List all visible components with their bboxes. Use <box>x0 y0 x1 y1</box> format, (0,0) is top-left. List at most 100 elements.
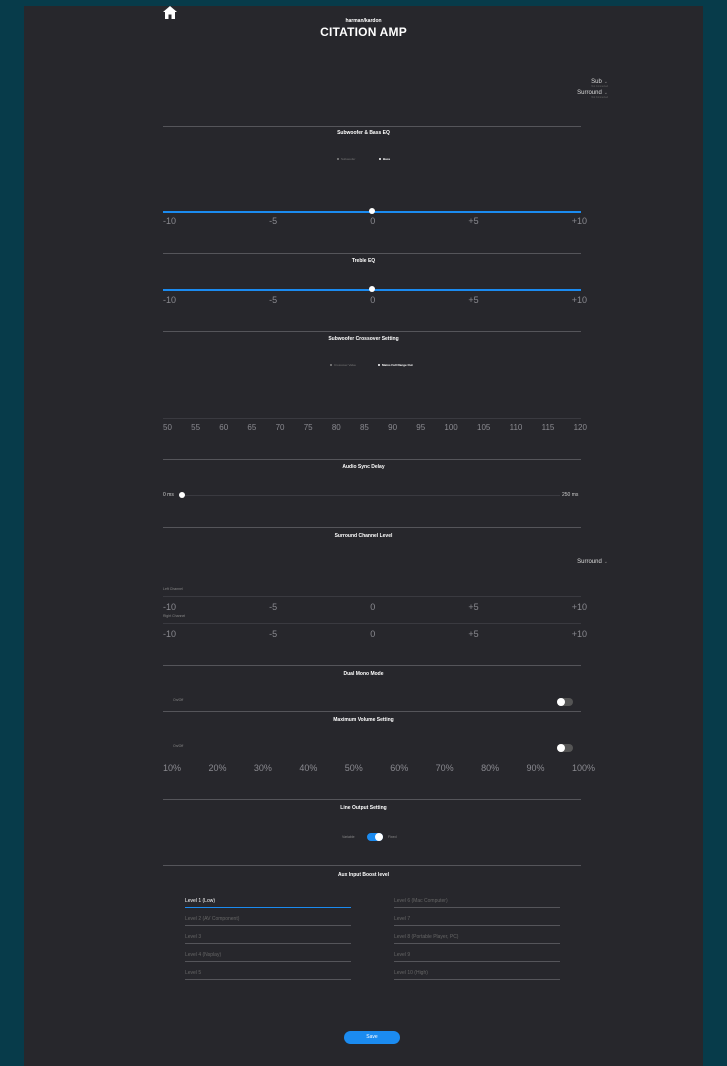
surround-selector-status: Not Connected <box>591 96 608 99</box>
tick-label: 80 <box>331 423 341 432</box>
sub-selector[interactable]: Sub ⌄ Not Connected <box>591 79 608 88</box>
segment-bass[interactable]: Bass <box>379 157 390 161</box>
aux-level-option[interactable]: Level 2 (AV Component) <box>185 916 351 926</box>
settings-page: harman/kardon CITATION AMP Sub ⌄ Not Conn… <box>24 6 703 1066</box>
tick-label: -5 <box>269 216 278 226</box>
tick-label: 115 <box>541 423 555 432</box>
divider <box>163 711 581 712</box>
crossover-slider-track[interactable] <box>163 418 581 419</box>
tick-label: 90% <box>526 763 545 773</box>
toggle-knob <box>557 698 565 706</box>
tick-label: -5 <box>269 629 278 639</box>
tick-label: +5 <box>468 295 479 305</box>
crossover-scale: 50 55 60 65 70 75 80 85 90 95 100 105 11… <box>163 423 587 432</box>
tick-label: 40% <box>299 763 318 773</box>
tick-label: +5 <box>468 216 479 226</box>
segment-crossover-value[interactable]: Crossover Value <box>330 363 356 367</box>
tick-label: 70% <box>435 763 454 773</box>
audio-sync-slider-track[interactable] <box>182 495 560 496</box>
aux-boost-title: Aux Input Boost level <box>337 872 390 878</box>
tick-label: 105 <box>477 423 491 432</box>
tick-label: 80% <box>481 763 500 773</box>
aux-level-option[interactable]: Level 1 (Low) <box>185 898 351 908</box>
tick-label: -10 <box>163 216 177 226</box>
treble-eq-scale: -10 -5 0 +5 +10 <box>163 295 587 305</box>
treble-eq-slider-thumb[interactable] <box>369 286 375 292</box>
right-channel-label: Right Channel <box>163 614 186 618</box>
aux-level-option[interactable]: Level 5 <box>185 970 351 980</box>
tick-label: 85 <box>359 423 369 432</box>
segment-mains-full-range[interactable]: Mains Full Range Out <box>378 363 413 367</box>
aux-level-option[interactable]: Level 9 <box>394 952 560 962</box>
surround-level-selector[interactable]: Surround ⌄ <box>577 559 608 565</box>
segment-subwoofer[interactable]: Subwoofer <box>337 157 355 161</box>
divider <box>163 527 581 528</box>
audio-sync-min-label: 0 ms <box>163 492 174 498</box>
aux-level-option[interactable]: Level 3 <box>185 934 351 944</box>
line-output-variable-label: Variable <box>342 835 355 839</box>
aux-level-option[interactable]: Level 6 (Mac Computer) <box>394 898 560 908</box>
divider <box>163 253 581 254</box>
surround-level-selector-label: Surround <box>577 559 602 565</box>
right-channel-scale: -10 -5 0 +5 +10 <box>163 629 587 639</box>
toggle-knob <box>557 744 565 752</box>
aux-level-option[interactable]: Level 7 <box>394 916 560 926</box>
tick-label: 0 <box>370 629 376 639</box>
aux-level-option[interactable]: Level 10 (High) <box>394 970 560 980</box>
brand-name: harman/kardon <box>345 18 382 24</box>
tick-label: -5 <box>269 295 278 305</box>
tick-label: 65 <box>247 423 257 432</box>
divider <box>163 331 581 332</box>
dual-mono-title: Dual Mono Mode <box>343 671 384 677</box>
divider <box>163 865 581 866</box>
tick-label: 55 <box>191 423 201 432</box>
divider <box>163 126 581 127</box>
left-channel-scale: -10 -5 0 +5 +10 <box>163 602 587 612</box>
divider <box>163 665 581 666</box>
audio-sync-title: Audio Sync Delay <box>342 464 385 470</box>
tick-label: 0 <box>370 602 376 612</box>
aux-level-option[interactable]: Level 4 (Nsplay) <box>185 952 351 962</box>
bass-eq-slider-thumb[interactable] <box>369 208 375 214</box>
line-output-toggle[interactable] <box>367 833 383 841</box>
line-output-fixed-label: Fixed <box>388 835 397 839</box>
tick-label: 10% <box>163 763 182 773</box>
tick-label: +5 <box>468 629 479 639</box>
tick-label: -10 <box>163 295 177 305</box>
tick-label: -10 <box>163 602 177 612</box>
audio-sync-max-label: 250 ms <box>562 492 579 498</box>
tick-label: +10 <box>571 295 587 305</box>
bass-eq-scale: -10 -5 0 +5 +10 <box>163 216 587 226</box>
crossover-title: Subwoofer Crossover Setting <box>328 336 399 342</box>
tick-label: 100 <box>444 423 458 432</box>
bass-eq-title: Subwoofer & Bass EQ <box>337 130 390 136</box>
tick-label: 30% <box>253 763 272 773</box>
right-channel-slider-track[interactable] <box>163 623 581 624</box>
save-button[interactable]: Save <box>344 1031 400 1044</box>
tick-label: +10 <box>571 216 587 226</box>
max-volume-title: Maximum Volume Setting <box>333 717 394 723</box>
sub-selector-status: Not Connected <box>591 85 608 88</box>
line-output-title: Line Output Setting <box>340 805 387 811</box>
max-volume-scale: 10% 20% 30% 40% 50% 60% 70% 80% 90% 100% <box>163 763 595 773</box>
dual-mono-toggle[interactable] <box>557 698 573 706</box>
max-volume-toggle[interactable] <box>557 744 573 752</box>
tick-label: 75 <box>303 423 313 432</box>
divider <box>163 799 581 800</box>
left-channel-slider-track[interactable] <box>163 596 581 597</box>
tick-label: 60 <box>219 423 229 432</box>
tick-label: +10 <box>571 629 587 639</box>
divider <box>163 459 581 460</box>
tick-label: 70 <box>275 423 285 432</box>
aux-level-option[interactable]: Level 8 (Portable Player, PC) <box>394 934 560 944</box>
max-volume-toggle-label: On/Off <box>173 744 184 748</box>
tick-label: 0 <box>370 295 376 305</box>
tick-label: 120 <box>573 423 587 432</box>
audio-sync-slider-thumb[interactable] <box>179 492 185 498</box>
tick-label: 95 <box>416 423 426 432</box>
left-channel-label: Left Channel <box>163 587 183 591</box>
page-title: CITATION AMP <box>320 25 407 39</box>
surround-selector[interactable]: Surround ⌄ Not Connected <box>577 90 608 99</box>
tick-label: +5 <box>468 602 479 612</box>
tick-label: 0 <box>370 216 376 226</box>
